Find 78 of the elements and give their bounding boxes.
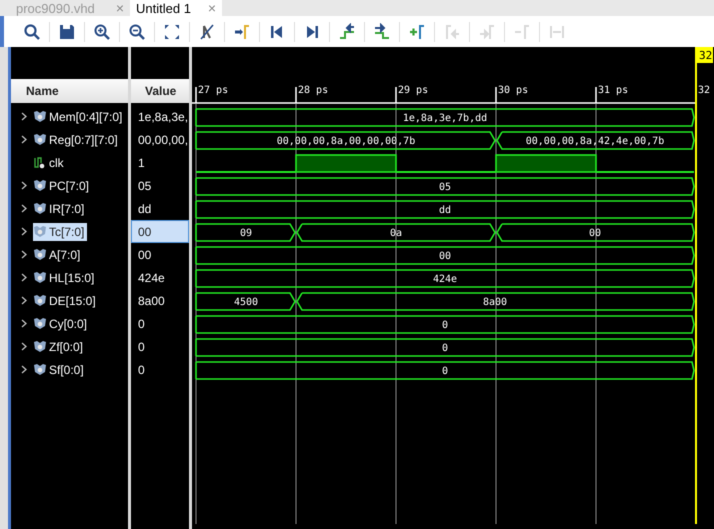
- signal-value: 1e,8a,3e,: [137, 108, 189, 126]
- chevron-icon[interactable]: [21, 250, 27, 259]
- time-tick-label: 31 ps: [598, 85, 628, 96]
- chevron-icon[interactable]: [21, 181, 27, 190]
- bus-signal-icon: [34, 295, 46, 306]
- signal-name[interactable]: Zf[0:0]: [33, 338, 86, 356]
- bus-signal-icon: [34, 180, 46, 191]
- signal-value: 0: [137, 362, 146, 378]
- signal-value: 00: [131, 220, 189, 243]
- cursor-time-badge: 32: [697, 47, 713, 63]
- signal-value: 8a00: [137, 292, 166, 310]
- bus-signal-icon: [34, 111, 46, 122]
- signal-name[interactable]: IR[7:0]: [33, 200, 88, 218]
- signal-value: 424e: [137, 270, 166, 286]
- bus-signal-icon: [34, 318, 46, 329]
- time-tick-label: 29 ps: [398, 85, 428, 96]
- signal-name[interactable]: PC[7:0]: [33, 176, 92, 194]
- time-tick-label: 32: [698, 85, 710, 96]
- bus-signal-icon: [34, 272, 46, 283]
- signal-name[interactable]: Mem[0:4][7:0]: [33, 108, 126, 126]
- close-icon[interactable]: ×: [208, 0, 216, 16]
- bus-signal-icon: [34, 226, 46, 237]
- signal-name[interactable]: Tc[7:0]: [33, 222, 88, 240]
- editor-tab[interactable]: Untitled 1 ×: [130, 0, 222, 16]
- signal-value: 0: [137, 338, 146, 356]
- signal-value: 00,00,00,: [137, 132, 189, 148]
- zoom-in-icon[interactable]: [92, 22, 112, 42]
- chevron-icon[interactable]: [21, 319, 27, 328]
- bus-value-label: 0: [442, 343, 448, 354]
- signal-name[interactable]: A[7:0]: [33, 246, 84, 264]
- bus-value-label: 00: [438, 251, 452, 262]
- signal-name[interactable]: clk: [33, 154, 67, 172]
- bus-signal-icon: [34, 249, 46, 260]
- signal-name[interactable]: HL[15:0]: [33, 268, 98, 286]
- chevron-icon[interactable]: [21, 227, 27, 236]
- signal-value: 0: [137, 316, 146, 332]
- bus-signal-icon: [34, 364, 46, 375]
- bit-signal-icon: [34, 156, 46, 168]
- signal-value: 00: [137, 246, 152, 264]
- signal-value: 1: [137, 154, 146, 172]
- bus-value-label: 00,00,00,8a,42,4e,00,7b: [526, 136, 664, 147]
- bus-signal-icon: [34, 203, 46, 214]
- bus-value-label: 05: [438, 182, 452, 193]
- signal-name[interactable]: DE[15:0]: [33, 292, 99, 310]
- chevron-icon[interactable]: [21, 342, 27, 351]
- signal-value: dd: [137, 200, 152, 218]
- next-edge-icon[interactable]: [372, 22, 392, 42]
- signal-value: 05: [137, 178, 152, 194]
- bus-value-label: dd: [438, 205, 452, 216]
- signal-name[interactable]: Reg[0:7][7:0]: [33, 130, 121, 148]
- chevron-icon[interactable]: [21, 273, 27, 282]
- bus-value-label: 00: [588, 228, 602, 239]
- bus-value-label: 09: [240, 228, 252, 239]
- time-tick-label: 30 ps: [498, 85, 528, 96]
- chevron-icon[interactable]: [21, 112, 27, 121]
- bus-value-label: 4500: [234, 297, 258, 308]
- bus-value-label: 0: [442, 320, 448, 331]
- signal-name[interactable]: Cy[0:0]: [33, 314, 90, 332]
- bus-value-label: 0a: [390, 228, 402, 239]
- name-column-header[interactable]: Name: [11, 79, 128, 103]
- bus-value-label: 00,00,00,8a,00,00,00,7b: [276, 136, 416, 147]
- chevron-icon[interactable]: [21, 204, 27, 213]
- prev-edge-icon[interactable]: [337, 22, 357, 42]
- zoom-out-icon[interactable]: [127, 22, 147, 42]
- bus-signal-icon: [34, 134, 46, 145]
- bus-signal-icon: [34, 341, 46, 352]
- bus-value-label: 424e: [432, 274, 458, 285]
- signal-name[interactable]: Sf[0:0]: [33, 360, 87, 378]
- bus-value-label: 8a00: [482, 297, 508, 308]
- time-tick-label: 27 ps: [198, 85, 228, 96]
- chevron-icon[interactable]: [21, 135, 27, 144]
- chevron-icon[interactable]: [21, 365, 27, 374]
- value-column-header[interactable]: Value: [131, 79, 189, 103]
- time-tick-label: 28 ps: [298, 85, 328, 96]
- bus-value-label: 0: [442, 366, 448, 377]
- bus-value-label: 1e,8a,3e,7b,dd: [402, 113, 488, 124]
- search-icon[interactable]: [22, 22, 42, 42]
- chevron-icon[interactable]: [21, 296, 27, 305]
